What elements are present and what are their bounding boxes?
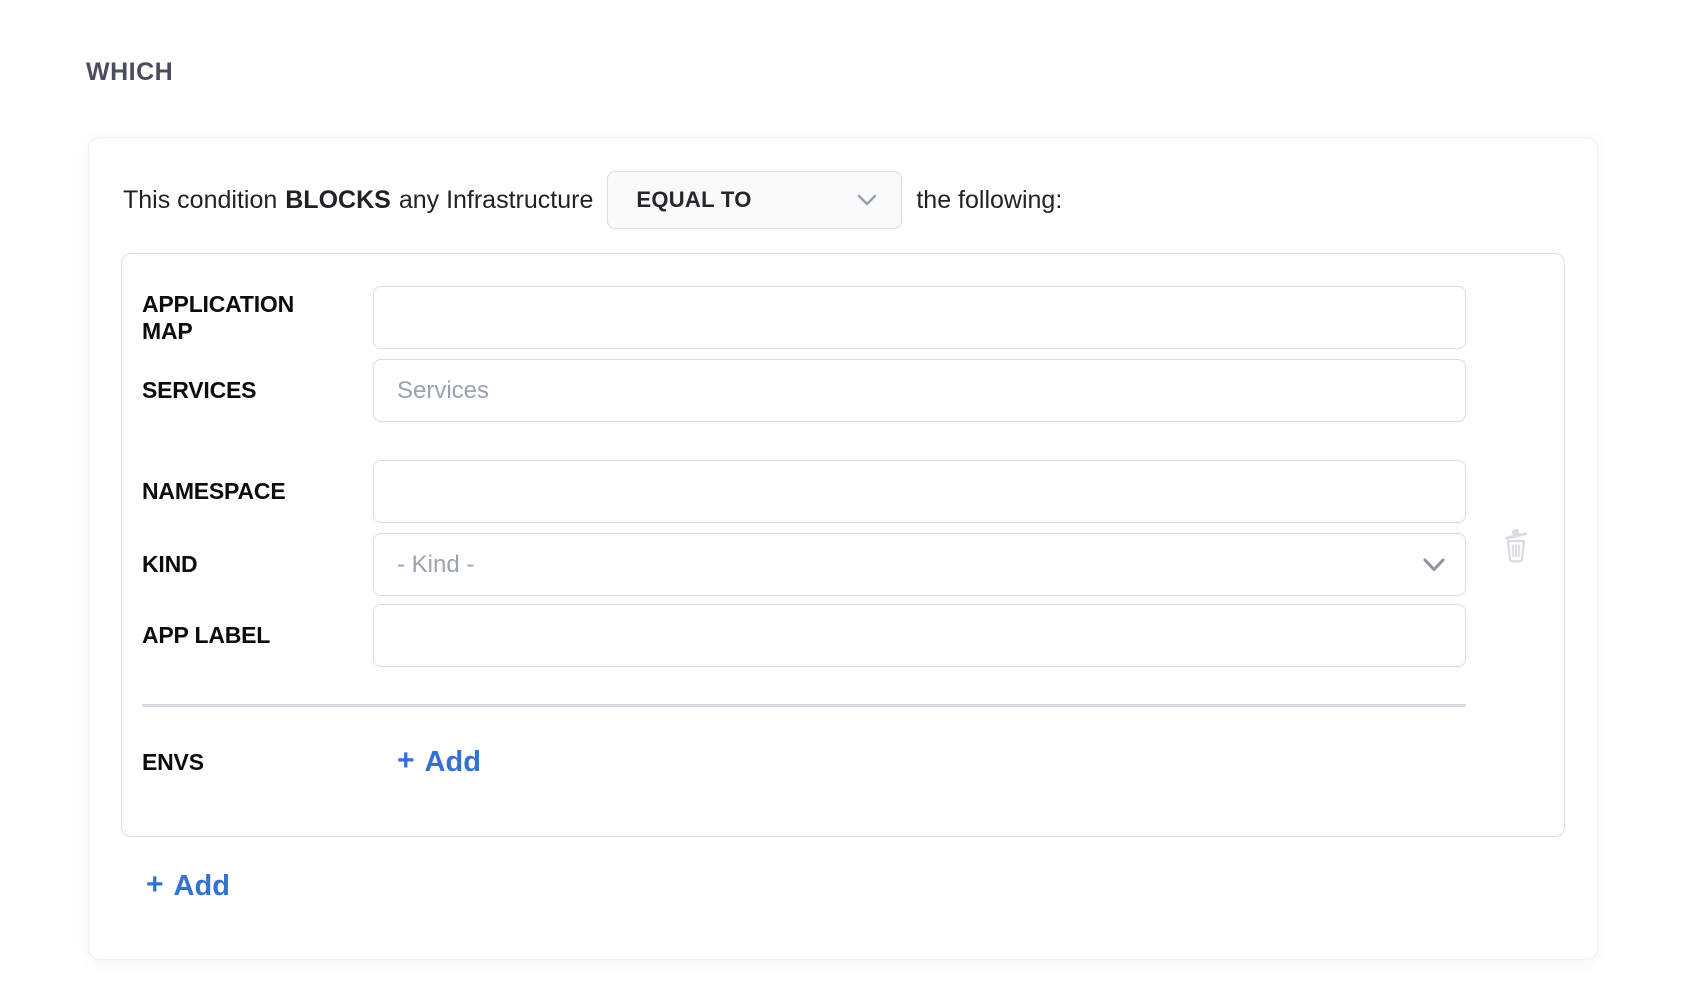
services-input[interactable] xyxy=(373,359,1466,422)
add-condition-block-label: Add xyxy=(174,872,230,901)
namespace-label-text: NAMESPACE xyxy=(142,478,332,504)
add-condition-block-button[interactable]: + Add xyxy=(146,871,230,901)
kind-select[interactable]: - Kind - xyxy=(373,533,1466,596)
envs-label: ENVS xyxy=(142,749,373,775)
application-map-label: APPLICATION MAP xyxy=(142,291,373,344)
field-row-kind: KIND - Kind - xyxy=(142,533,1466,596)
services-label: SERVICES xyxy=(142,377,373,403)
kind-label: KIND xyxy=(142,551,373,577)
field-row-namespace: NAMESPACE xyxy=(142,460,1466,523)
operator-select-value: EQUAL TO xyxy=(636,187,751,213)
delete-block-button[interactable] xyxy=(1500,524,1532,566)
application-map-input[interactable] xyxy=(373,286,1466,349)
infrastructure-block: APPLICATION MAP SERVICES NAMESPACE xyxy=(121,253,1565,837)
app-label-input[interactable] xyxy=(373,604,1466,667)
namespace-label: NAMESPACE xyxy=(142,478,373,504)
chevron-down-icon xyxy=(1423,558,1445,572)
kind-select-placeholder: - Kind - xyxy=(397,551,474,579)
kind-label-text: KIND xyxy=(142,551,332,577)
plus-icon: + xyxy=(397,746,415,776)
chevron-down-icon xyxy=(857,194,877,206)
page-title: WHICH xyxy=(86,58,1682,87)
condition-text-2: any Infrastructure xyxy=(399,186,594,215)
field-row-services: SERVICES xyxy=(142,359,1466,422)
trash-icon xyxy=(1502,526,1530,564)
condition-text-3: the following: xyxy=(916,186,1062,215)
field-row-envs: ENVS + Add xyxy=(142,744,1466,780)
envs-add-button-label: Add xyxy=(425,748,481,777)
app-label-label-text: APP LABEL xyxy=(142,622,332,648)
field-row-app-label: APP LABEL xyxy=(142,604,1466,667)
envs-label-text: ENVS xyxy=(142,749,332,775)
condition-text-1: This condition xyxy=(123,186,277,215)
application-map-label-text: APPLICATION MAP xyxy=(142,291,332,344)
plus-icon: + xyxy=(146,870,164,900)
condition-card: This condition BLOCKS any Infrastructure… xyxy=(88,137,1598,960)
services-label-text: SERVICES xyxy=(142,377,332,403)
field-row-application-map: APPLICATION MAP xyxy=(142,286,1466,349)
condition-sentence: This condition BLOCKS any Infrastructure… xyxy=(123,171,1565,229)
condition-effect-text: BLOCKS xyxy=(285,186,391,215)
divider xyxy=(142,704,1466,707)
envs-add-button[interactable]: + Add xyxy=(397,747,481,777)
app-label-label: APP LABEL xyxy=(142,622,373,648)
namespace-input[interactable] xyxy=(373,460,1466,523)
operator-select[interactable]: EQUAL TO xyxy=(607,171,902,229)
